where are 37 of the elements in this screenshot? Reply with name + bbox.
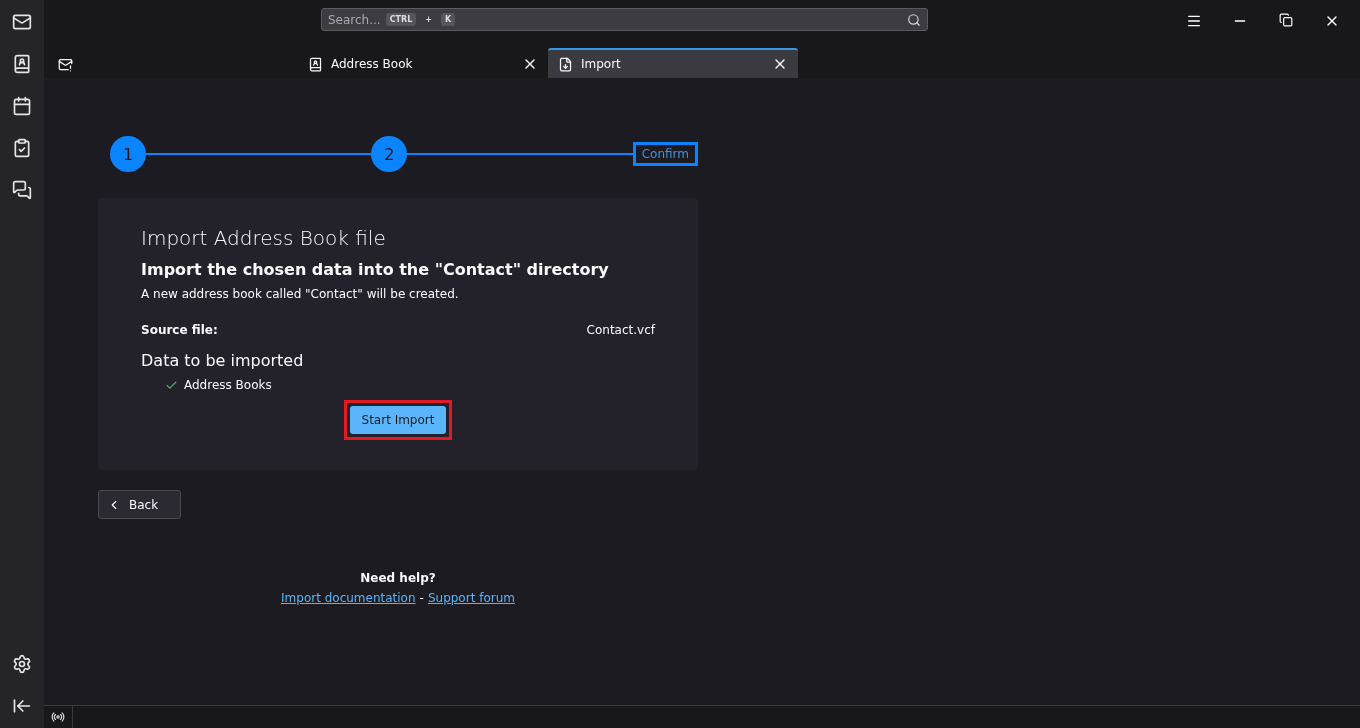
data-title: Data to be imported — [141, 351, 305, 370]
tab[interactable]: Address Book — [298, 48, 548, 78]
calendar-icon[interactable] — [12, 96, 32, 116]
step-indicator: 1 — [110, 136, 146, 172]
address-book-icon[interactable] — [12, 54, 32, 74]
item-label: Address Books — [184, 378, 272, 392]
link-separator: - — [419, 591, 424, 605]
step-indicator: Confirm — [632, 142, 698, 166]
status-icon[interactable] — [51, 710, 65, 724]
step-indicator: 2 — [371, 136, 408, 172]
source-label: Source file: — [141, 323, 218, 337]
mail-icon — [58, 56, 73, 72]
mail-icon[interactable] — [12, 12, 32, 32]
card-heading: Import the chosen data into the "Contact" directory — [141, 260, 610, 279]
restore-icon[interactable] — [1279, 13, 1293, 27]
menu-icon[interactable] — [1186, 13, 1202, 29]
card-description: A new address book called "Contact" will be created. — [141, 287, 460, 301]
shortcut-key: + — [421, 13, 436, 26]
source-value: Contact.vcf — [586, 323, 655, 337]
tasks-icon[interactable] — [12, 138, 32, 158]
collapse-icon[interactable] — [12, 696, 32, 716]
start-import-button[interactable]: Start Import — [349, 406, 447, 434]
import-icon — [558, 56, 573, 72]
chat-icon[interactable] — [12, 180, 32, 200]
search-icon — [907, 12, 921, 27]
settings-icon[interactable] — [12, 654, 32, 674]
shortcut-key: K — [440, 13, 456, 26]
address-book-icon — [308, 56, 323, 72]
tab[interactable]: Import — [548, 48, 798, 78]
help-title: Need help? — [360, 571, 436, 585]
back-button[interactable]: Back — [98, 490, 181, 519]
forum-link[interactable]: Support forum — [427, 591, 515, 605]
card-title: Import Address Book file — [141, 226, 387, 250]
documentation-link[interactable]: Import documentation — [281, 591, 416, 605]
search-placeholder: Search... — [328, 12, 381, 27]
shortcut-key: CTRL — [385, 13, 417, 26]
search-field[interactable]: Search... CTRL + K — [321, 8, 928, 31]
